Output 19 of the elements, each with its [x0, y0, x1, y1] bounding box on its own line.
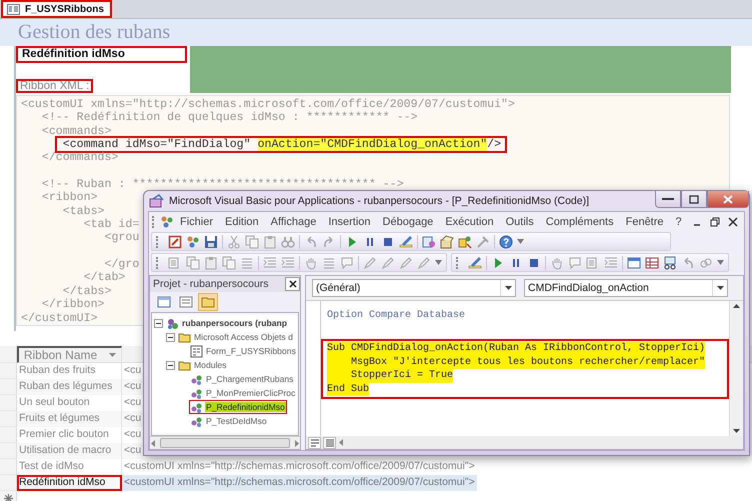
code-line: Option Compare Database — [327, 309, 466, 322]
code-line: </commands> — [42, 151, 118, 165]
code-line: </customUI> — [21, 312, 98, 325]
code-line: </tabs> — [62, 284, 112, 298]
code-line: <tabs> — [62, 204, 104, 218]
pane-title: Projet - rubanpersocours — [153, 278, 269, 290]
form-title: Gestion des rubans — [18, 21, 170, 44]
code-line: <!-- Redéfinition de quelques idMso : ************ --> — [42, 111, 418, 125]
code-line: </tab> — [84, 271, 126, 285]
code-line: <tab id= — [84, 218, 140, 232]
window-title: Microsoft Visual Basic pour Applications - rubanpersocours - [P_RedefinitionidMso (Code)] — [169, 195, 590, 207]
code-line: <!-- Ruban : *********************************** --> — [42, 178, 404, 192]
code-line: </ribbon> — [42, 298, 104, 312]
code-line: <grou — [104, 231, 140, 245]
code-line: <commands> — [42, 124, 112, 138]
code-line: <ribbon> — [42, 191, 98, 205]
code-line: </gro — [104, 258, 140, 272]
code-line: <customUI xmlns="http://schemas.microsoft.com/office/2009/07/customui"> — [21, 98, 515, 112]
field-label: Ribbon XML : — [16, 79, 94, 93]
